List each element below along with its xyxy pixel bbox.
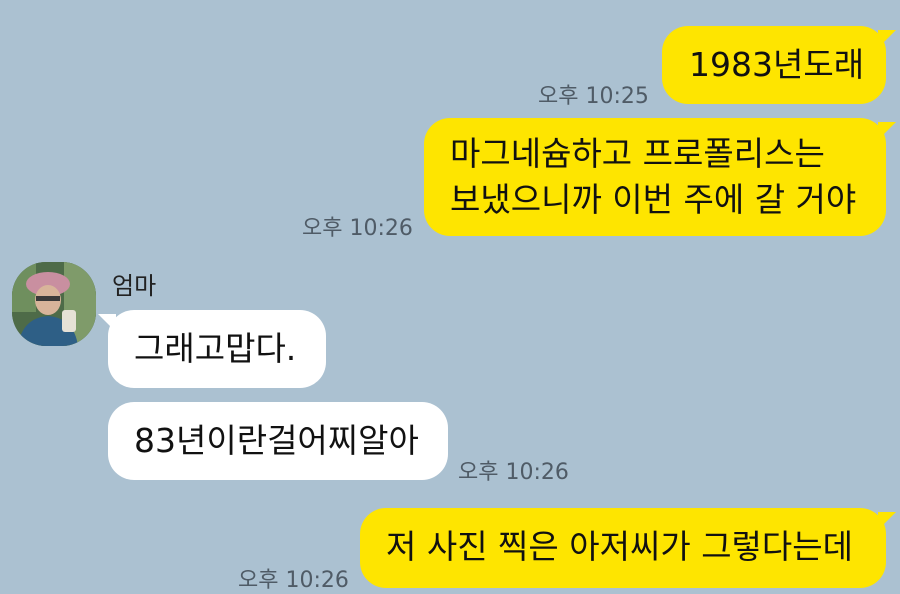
bubble-tail (98, 314, 116, 332)
bubble-tail (878, 512, 896, 530)
message-text: 그래고맙다. (134, 329, 297, 368)
message-text: 83년이란걸어찌알아 (134, 421, 419, 460)
message-time: 오후 10:25 (538, 84, 649, 109)
message-text: 저 사진 찍은 아저씨가 그렇다는데 (386, 527, 853, 566)
message-time: 오후 10:26 (302, 216, 413, 241)
chat-view: 오후 10:25 1983년도래 오후 10:26 마그네슘하고 프로폴리스는 … (0, 0, 900, 593)
message-time: 오후 10:26 (458, 460, 569, 485)
my-message-bubble[interactable]: 1983년도래 (662, 26, 896, 104)
bubble-tail (878, 122, 896, 140)
message-text: 1983년도래 (689, 45, 865, 84)
bubble-tail (878, 30, 896, 48)
message-text-line: 보냈으니까 이번 주에 갈 거야 (450, 180, 857, 219)
avatar[interactable] (12, 262, 96, 346)
my-message-bubble[interactable]: 저 사진 찍은 아저씨가 그렇다는데 (360, 508, 896, 588)
sender-name: 엄마 (112, 272, 157, 300)
their-message-bubble[interactable]: 83년이란걸어찌알아 (108, 402, 448, 480)
profile-photo-icon (12, 262, 96, 346)
message-text-line: 마그네슘하고 프로폴리스는 (450, 134, 825, 173)
their-message-bubble[interactable]: 그래고맙다. (98, 310, 326, 388)
message-time: 오후 10:26 (238, 568, 349, 593)
my-message-bubble[interactable]: 마그네슘하고 프로폴리스는 보냈으니까 이번 주에 갈 거야 (424, 118, 896, 236)
